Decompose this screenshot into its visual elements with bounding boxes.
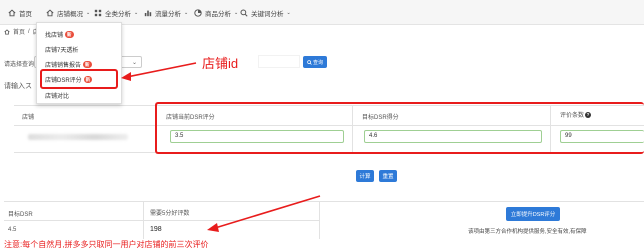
nav-keyword[interactable]: 关键词分析 ⌄ (240, 6, 291, 20)
query-button[interactable]: 查询 (303, 56, 327, 68)
upgrade-dsr-button[interactable]: 立即提升DSR评分 (506, 207, 560, 221)
menu-item-label: 店铺7天透析 (45, 48, 79, 54)
nav-home[interactable]: 首页 (8, 6, 32, 20)
new-badge: 新 (83, 61, 92, 68)
breadcrumb-separator: / (28, 28, 30, 35)
select-label: 请选择查询 (4, 62, 35, 68)
arrow-head (121, 72, 131, 81)
query-button-label: 查询 (312, 59, 323, 66)
nav-label: 商品分析 (205, 11, 231, 18)
search-icon (240, 9, 248, 17)
input-label: 请输入ス (4, 83, 32, 90)
menu-item-find-shop[interactable]: 找店铺 新 (45, 30, 74, 39)
home-icon (46, 9, 54, 17)
menu-item-7day[interactable]: 店铺7天透析 (45, 45, 78, 54)
shop-overview-dropdown: 找店铺 新 店铺7天透析 店铺销售报告 新 店铺DSR评分 新 店铺对比 (36, 22, 122, 104)
needed-reviews-value: 198 (150, 226, 162, 233)
shop-name-blurred (28, 134, 128, 140)
arrow-head (207, 223, 219, 232)
chevron-down-icon: ⌄ (134, 10, 139, 16)
shop-column-header: 店铺 (22, 115, 35, 121)
needed-reviews-header: 需要5分好评数 (150, 211, 190, 217)
nav-label: 流量分析 (155, 11, 181, 18)
target-dsr-result-value: 4.5 (8, 227, 17, 233)
highlight-inputs (155, 102, 644, 154)
result-header-border (4, 220, 319, 221)
home-icon (8, 9, 16, 17)
nav-shop-overview[interactable]: 店铺概况 ⌄ (46, 6, 90, 20)
nav-category[interactable]: 全类分析 ⌄ (94, 6, 138, 20)
notice-text: 注意:每个自然月,拼多多只取同一用户对店铺的前三次评价 (4, 240, 209, 249)
menu-item-label: 店铺销售报告 (45, 63, 82, 69)
chevron-down-icon: ⌄ (286, 10, 291, 16)
target-dsr-result-header: 目标DSR (8, 212, 33, 218)
chevron-down-icon: ⌄ (184, 10, 189, 16)
menu-item-label: 找店铺 (45, 33, 64, 39)
shop-id-annotation: 店铺id (202, 56, 239, 71)
nav-label: 首页 (19, 11, 32, 18)
nav-product[interactable]: 商品分析 ⌄ (194, 6, 238, 20)
menu-item-label: 店铺对比 (45, 94, 70, 100)
highlight-dsr-menu (40, 69, 118, 89)
bar-chart-icon (144, 10, 152, 17)
reset-button[interactable]: 重置 (379, 170, 397, 182)
home-icon (4, 28, 10, 34)
nav-traffic[interactable]: 流量分析 ⌄ (144, 6, 188, 20)
result-divider (143, 201, 144, 239)
nav-label: 关键词分析 (251, 11, 284, 18)
chevron-down-icon: ⌄ (86, 10, 91, 16)
result-top-border (4, 201, 644, 202)
calculate-button[interactable]: 计算 (356, 170, 374, 182)
nav-label: 店铺概况 (57, 11, 83, 18)
new-badge: 新 (65, 31, 74, 38)
breadcrumb-home[interactable]: 首页 (13, 27, 25, 36)
grid-icon (94, 9, 102, 17)
search-icon (307, 59, 312, 65)
service-description: 该项由第三方合作机构提供服务,安全有效,有保障 (468, 229, 587, 235)
result-divider (319, 201, 320, 239)
menu-item-sales-report[interactable]: 店铺销售报告 新 (45, 60, 92, 69)
breadcrumb: 首页 / 店 (4, 27, 39, 36)
pie-chart-icon (194, 9, 202, 17)
nav-label: 全类分析 (105, 11, 131, 18)
shop-id-input[interactable] (258, 55, 300, 68)
menu-item-compare[interactable]: 店铺对比 (45, 91, 69, 100)
chevron-down-icon: ⌄ (131, 60, 137, 66)
chevron-down-icon: ⌄ (234, 10, 239, 16)
